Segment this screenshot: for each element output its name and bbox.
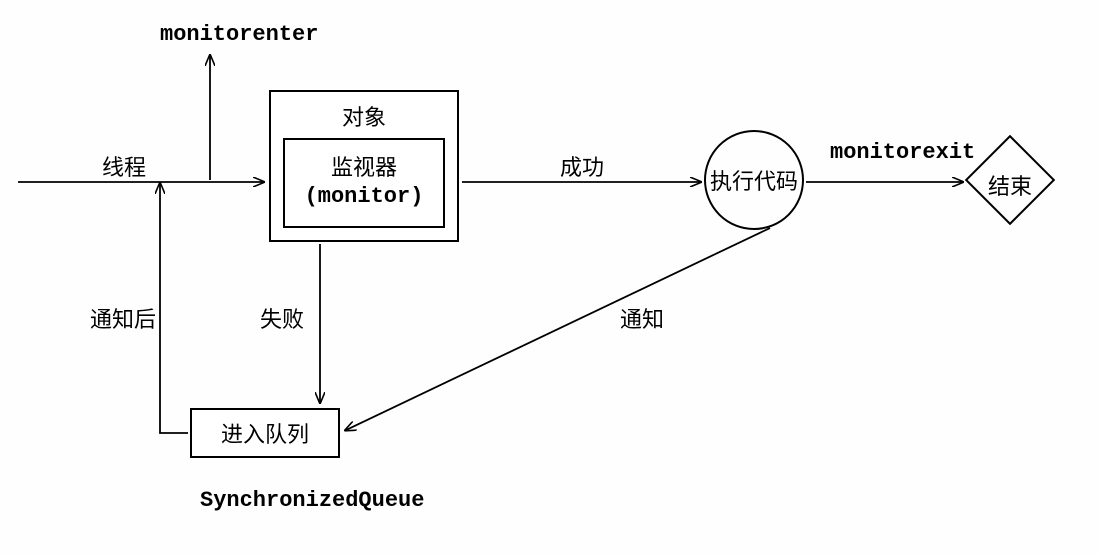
end-diamond: 结束 xyxy=(965,135,1055,225)
notify-arrow xyxy=(346,228,770,430)
success-label: 成功 xyxy=(560,150,604,182)
execute-code-circle: 执行代码 xyxy=(704,130,804,230)
after-notify-arrow xyxy=(160,184,188,433)
thread-label: 线程 xyxy=(102,150,146,182)
sync-queue-label: SynchronizedQueue xyxy=(200,488,424,513)
after-notify-label: 通知后 xyxy=(90,302,156,334)
enter-queue-box: 进入队列 xyxy=(190,408,340,458)
object-title: 对象 xyxy=(271,100,457,132)
arrows-overlay xyxy=(0,0,1100,554)
enter-queue-text: 进入队列 xyxy=(221,417,309,449)
object-box: 对象 监视器 (monitor) xyxy=(269,90,459,242)
monitorexit-label: monitorexit xyxy=(830,140,975,165)
monitor-line1: 监视器 xyxy=(285,150,443,182)
end-text: 结束 xyxy=(965,169,1055,201)
notify-label: 通知 xyxy=(620,302,664,334)
monitor-line2: (monitor) xyxy=(285,184,443,209)
monitorenter-label: monitorenter xyxy=(160,22,318,47)
fail-label: 失败 xyxy=(260,302,304,334)
monitor-box: 监视器 (monitor) xyxy=(283,138,445,228)
execute-code-text: 执行代码 xyxy=(710,164,798,196)
